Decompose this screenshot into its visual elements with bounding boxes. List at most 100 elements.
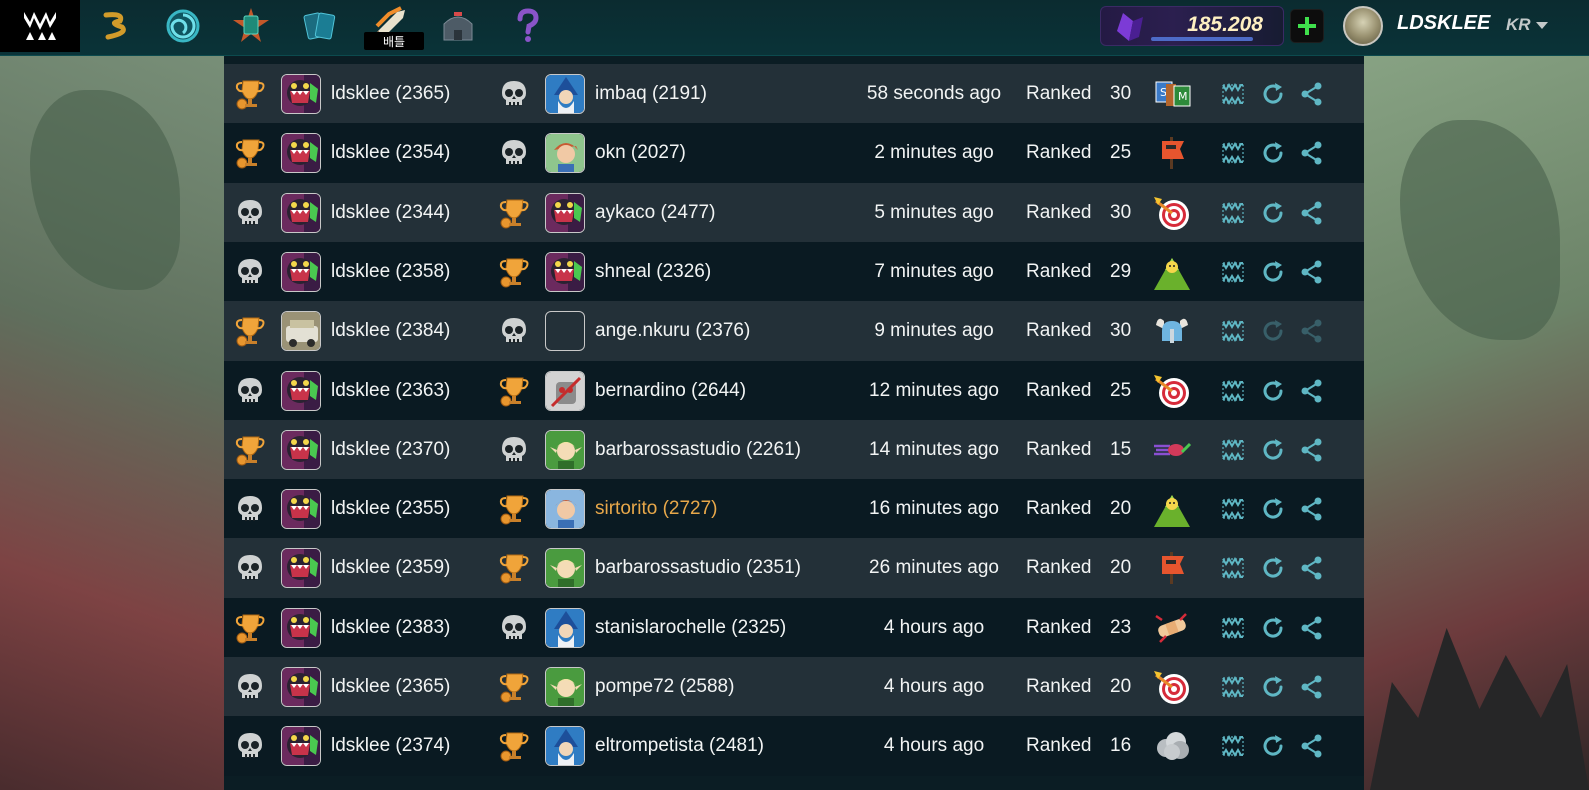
player-avatar[interactable] [281, 548, 321, 589]
chevron-down-icon [1535, 15, 1548, 35]
opponent-name[interactable]: shneal (2326) [595, 261, 711, 283]
add-funds-button[interactable] [1290, 9, 1324, 43]
opponent-avatar[interactable] [545, 489, 585, 530]
player-name[interactable]: ldsklee (2383) [331, 617, 450, 639]
player-avatar[interactable] [281, 726, 321, 767]
battle-tab-label[interactable]: 배틀 [364, 32, 424, 50]
username-label[interactable]: LDSKLEE [1397, 12, 1490, 35]
replay-icon[interactable] [1258, 198, 1288, 228]
replay-icon[interactable] [1258, 613, 1288, 643]
language-selector[interactable]: KR [1506, 15, 1548, 35]
player-name[interactable]: ldsklee (2370) [331, 439, 450, 461]
opponent-name[interactable]: stanislarochelle (2325) [595, 617, 786, 639]
replay-icon[interactable] [1258, 553, 1288, 583]
share-icon[interactable] [1297, 494, 1327, 524]
opponent-avatar[interactable] [545, 667, 585, 707]
player-name[interactable]: ldsklee (2363) [331, 380, 450, 402]
view-battle-icon[interactable] [1218, 435, 1248, 465]
opponent-avatar[interactable] [545, 429, 585, 470]
replay-icon[interactable] [1258, 138, 1288, 168]
portal-icon[interactable] [158, 4, 208, 48]
player-name[interactable]: ldsklee (2384) [331, 320, 450, 342]
opponent-name[interactable]: bernardino (2644) [595, 380, 746, 402]
replay-icon[interactable] [1258, 257, 1288, 287]
opponent-name[interactable]: ange.nkuru (2376) [595, 320, 750, 342]
view-battle-icon[interactable] [1218, 553, 1248, 583]
share-icon[interactable] [1297, 257, 1327, 287]
splinterlands-logo[interactable] [0, 0, 80, 52]
player-avatar[interactable] [281, 429, 321, 470]
view-battle-icon[interactable] [1218, 138, 1248, 168]
player-name[interactable]: ldsklee (2355) [331, 498, 450, 520]
dec-balance-box[interactable]: 185.208 [1100, 6, 1284, 46]
help-question-icon[interactable] [502, 4, 552, 48]
opponent-avatar[interactable] [545, 251, 585, 292]
share-icon[interactable] [1297, 198, 1327, 228]
player-name[interactable]: ldsklee (2358) [331, 261, 450, 283]
view-battle-icon[interactable] [1218, 494, 1248, 524]
replay-icon[interactable] [1258, 376, 1288, 406]
trophy-icon [496, 669, 532, 705]
guild-castle-icon[interactable] [433, 4, 483, 48]
player-avatar[interactable] [281, 74, 321, 114]
player-name[interactable]: ldsklee (2344) [331, 202, 450, 224]
player-name[interactable]: ldsklee (2374) [331, 735, 450, 757]
player-avatar[interactable] [281, 192, 321, 233]
player-avatar[interactable] [281, 311, 321, 352]
opponent-avatar[interactable] [545, 370, 585, 411]
view-battle-icon[interactable] [1218, 672, 1248, 702]
replay-icon[interactable] [1258, 494, 1288, 524]
share-icon[interactable] [1297, 672, 1327, 702]
share-icon[interactable] [1297, 376, 1327, 406]
share-icon[interactable] [1297, 553, 1327, 583]
player-avatar[interactable] [281, 133, 321, 174]
opponent-name[interactable]: barbarossastudio (2261) [595, 439, 801, 461]
view-battle-icon[interactable] [1218, 613, 1248, 643]
opponent-name[interactable]: barbarossastudio (2351) [595, 557, 801, 579]
view-battle-icon[interactable] [1218, 731, 1248, 761]
replay-icon[interactable] [1258, 731, 1288, 761]
speed-icon [1150, 428, 1194, 472]
player-name[interactable]: ldsklee (2354) [331, 142, 450, 164]
opponent-avatar[interactable] [545, 192, 585, 233]
card-pack-icon[interactable] [226, 4, 276, 48]
view-battle-icon[interactable] [1218, 376, 1248, 406]
view-battle-icon[interactable] [1218, 198, 1248, 228]
opponent-name[interactable]: okn (2027) [595, 142, 686, 164]
collection-icon[interactable] [295, 4, 345, 48]
quest-scroll-icon[interactable] [90, 4, 140, 48]
replay-icon[interactable] [1258, 79, 1288, 109]
player-avatar[interactable] [281, 489, 321, 530]
opponent-avatar[interactable] [545, 74, 585, 114]
share-icon[interactable] [1297, 731, 1327, 761]
view-battle-icon[interactable] [1218, 79, 1248, 109]
share-icon[interactable] [1297, 138, 1327, 168]
opponent-name[interactable]: imbaq (2191) [595, 83, 707, 105]
user-avatar[interactable] [1343, 6, 1383, 46]
replay-icon[interactable] [1258, 672, 1288, 702]
player-avatar[interactable] [281, 251, 321, 292]
view-battle-icon[interactable] [1218, 316, 1248, 346]
replay-icon[interactable] [1258, 316, 1288, 346]
opponent-avatar[interactable] [545, 133, 585, 174]
opponent-avatar[interactable] [545, 311, 585, 352]
share-icon[interactable] [1297, 435, 1327, 465]
replay-icon[interactable] [1258, 435, 1288, 465]
opponent-name[interactable]: aykaco (2477) [595, 202, 715, 224]
share-icon[interactable] [1297, 613, 1327, 643]
opponent-avatar[interactable] [545, 607, 585, 648]
share-icon[interactable] [1297, 79, 1327, 109]
opponent-name[interactable]: sirtorito (2727) [595, 498, 718, 520]
opponent-name[interactable]: eltrompetista (2481) [595, 735, 764, 757]
player-name[interactable]: ldsklee (2365) [331, 676, 450, 698]
opponent-avatar[interactable] [545, 726, 585, 767]
opponent-avatar[interactable] [545, 548, 585, 589]
view-battle-icon[interactable] [1218, 257, 1248, 287]
player-name[interactable]: ldsklee (2365) [331, 83, 450, 105]
player-avatar[interactable] [281, 370, 321, 411]
player-name[interactable]: ldsklee (2359) [331, 557, 450, 579]
share-icon[interactable] [1297, 316, 1327, 346]
player-avatar[interactable] [281, 607, 321, 648]
opponent-name[interactable]: pompe72 (2588) [595, 676, 734, 698]
player-avatar[interactable] [281, 667, 321, 707]
